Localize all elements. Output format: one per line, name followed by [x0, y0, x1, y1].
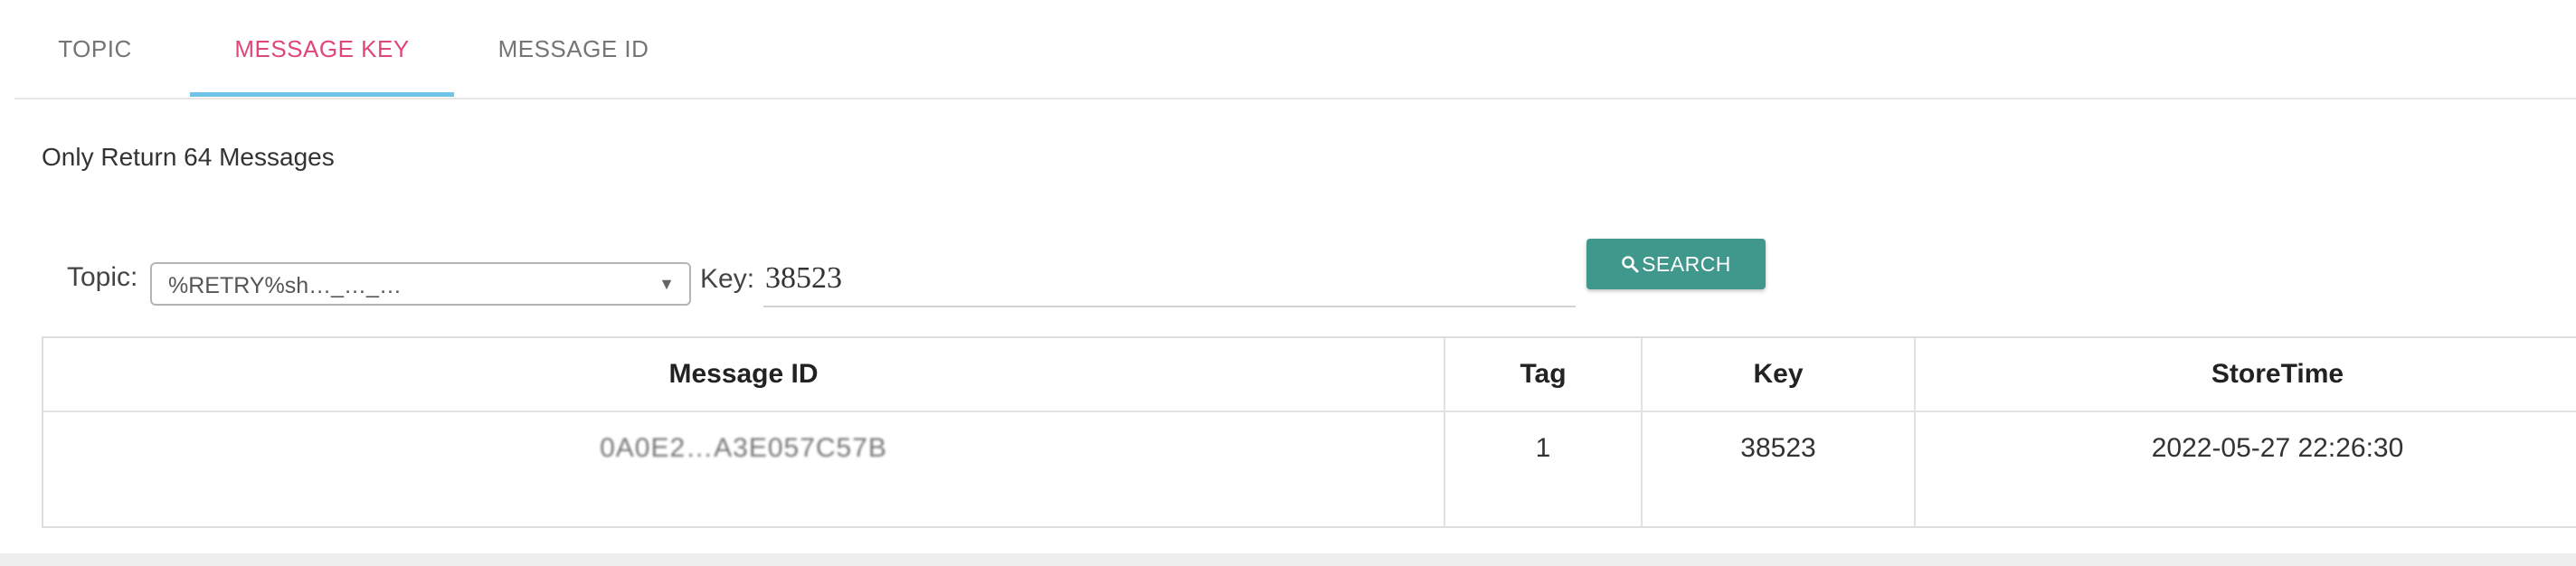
- column-header-message-id: Message ID: [668, 359, 819, 389]
- dropdown-arrow-icon: ▼: [658, 275, 675, 293]
- result-limit-note: Only Return 64 Messages: [42, 143, 335, 171]
- cell-storetime: 2022-05-27 22:26:30: [2151, 433, 2404, 463]
- search-button-label: SEARCH: [1642, 251, 1731, 276]
- column-header-tag: Tag: [1520, 359, 1567, 389]
- key-label: Key:: [700, 264, 755, 294]
- column-header-key: Key: [1753, 359, 1804, 389]
- tab-message-key[interactable]: MESSAGE KEY: [190, 0, 454, 98]
- active-tab-indicator: [190, 92, 454, 97]
- topic-select[interactable]: %RETRY%sh…_…_… ▼: [150, 262, 691, 306]
- search-icon: [1622, 256, 1639, 273]
- tab-bar: TOPIC MESSAGE KEY MESSAGE ID: [14, 0, 2576, 99]
- page-bottom-bar: [0, 553, 2576, 566]
- topic-select-value: %RETRY%sh…_…_…: [168, 273, 402, 298]
- cell-key: 38523: [1740, 433, 1816, 463]
- search-button[interactable]: SEARCH: [1586, 239, 1766, 289]
- results-table: Message ID Tag Key StoreTime 0A0E2…A3E05…: [42, 336, 2576, 528]
- column-header-storetime: StoreTime: [2211, 359, 2344, 389]
- tab-topic[interactable]: TOPIC: [25, 0, 165, 98]
- cell-message-id[interactable]: 0A0E2…A3E057C57B: [43, 412, 1444, 485]
- topic-label: Topic:: [67, 262, 138, 292]
- tab-message-id[interactable]: MESSAGE ID: [472, 0, 675, 98]
- cell-tag: 1: [1535, 433, 1551, 463]
- key-input[interactable]: [763, 251, 1576, 307]
